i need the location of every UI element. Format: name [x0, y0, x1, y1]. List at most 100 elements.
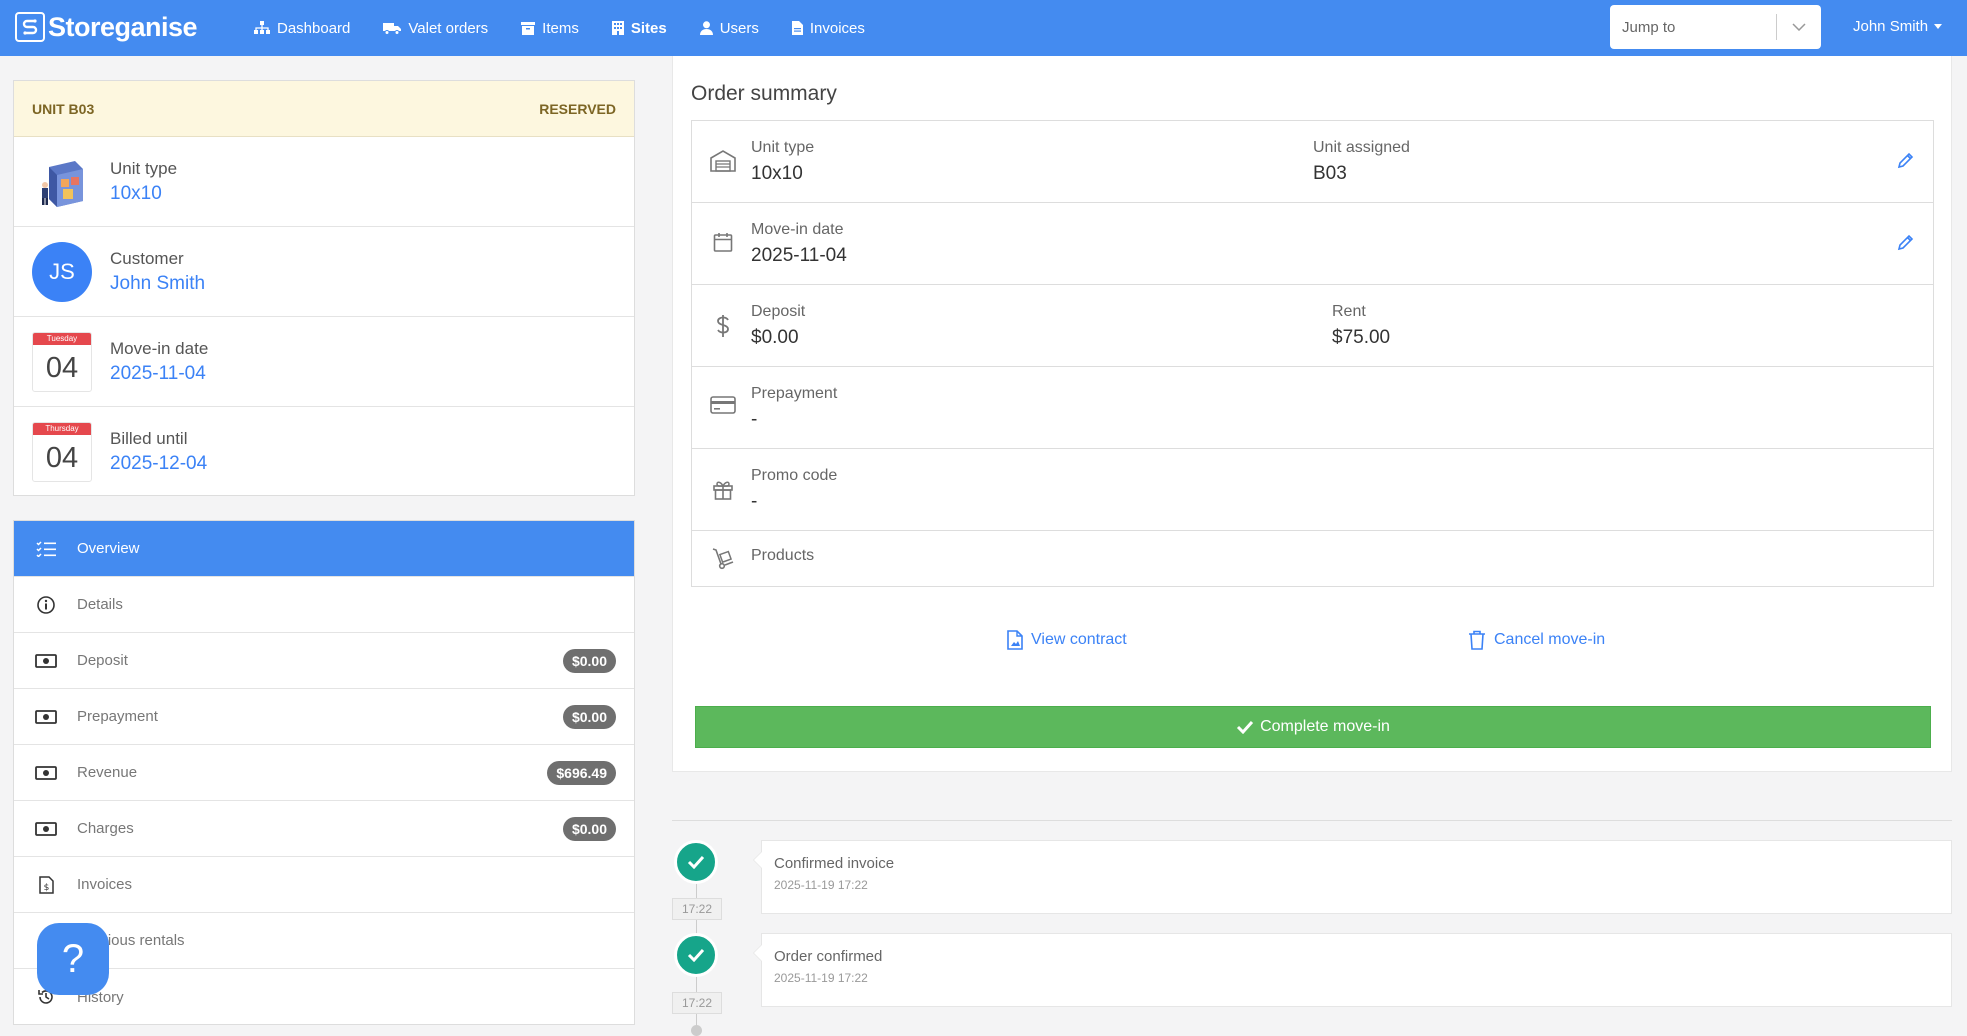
top-navbar: Storeganise Dashboard Valet orders Items… — [0, 0, 1967, 56]
menu-item-deposit[interactable]: Deposit $0.00 — [14, 633, 634, 689]
calendar-outline-icon — [710, 232, 736, 252]
sitemap-icon — [254, 21, 270, 34]
edit-movein-pencil-icon[interactable] — [1897, 233, 1915, 256]
billed-until-text: Billed until 2025-12-04 — [110, 429, 207, 475]
nav-items[interactable]: Items — [521, 0, 579, 56]
charges-badge: $0.00 — [562, 817, 616, 841]
timeline-title: Confirmed invoice — [774, 855, 895, 872]
order-unit-assigned-label: Unit assigned — [1313, 139, 1410, 156]
nav-label: Invoices — [809, 19, 865, 37]
menu-item-invoices[interactable]: $ Invoices — [14, 857, 634, 913]
nav-invoices[interactable]: Invoices — [791, 0, 865, 56]
order-promo-value: - — [751, 491, 758, 512]
user-menu[interactable]: John Smith — [1853, 0, 1943, 52]
customer-avatar-wrap: JS — [14, 241, 110, 302]
timeline-end-dot — [691, 1025, 702, 1036]
order-deposit-label: Deposit — [751, 303, 806, 320]
menu-label: Deposit — [77, 652, 128, 669]
file-icon — [791, 21, 803, 35]
view-contract-link[interactable]: View contract — [1007, 630, 1127, 650]
user-name: John Smith — [1853, 17, 1929, 35]
deposit-badge: $0.00 — [562, 649, 616, 673]
edit-unit-pencil-icon[interactable] — [1897, 151, 1915, 174]
jump-to-select[interactable]: Jump to — [1610, 5, 1821, 49]
order-rent-value: $75.00 — [1332, 327, 1391, 348]
timeline-item: Confirmed invoice 2025-11-19 17:22 — [753, 840, 1952, 914]
order-row-unit: Unit type 10x10 Unit assigned B03 — [692, 121, 1933, 203]
order-unit-type-label: Unit type — [751, 139, 815, 156]
order-row-deposit-rent: Deposit $0.00 Rent $75.00 — [692, 285, 1933, 367]
nav-users[interactable]: Users — [699, 0, 759, 56]
unit-assigned-cell: Unit assigned B03 — [1313, 139, 1410, 185]
calendar-day: 04 — [45, 442, 79, 474]
money-bill-icon — [34, 653, 58, 668]
movein-text: Move-in date 2025-11-04 — [110, 339, 208, 385]
order-row-movein: Move-in date 2025-11-04 — [692, 203, 1933, 285]
storage-unit-icon — [42, 160, 83, 207]
nav-label: Users — [719, 19, 759, 37]
calendar-weekday: Tuesday — [33, 332, 91, 345]
file-image-icon — [1007, 630, 1023, 650]
billed-until-link[interactable]: 2025-12-04 — [110, 453, 207, 475]
complete-movein-button[interactable]: Complete move-in — [695, 706, 1931, 748]
prepayment-cell: Prepayment - — [751, 385, 837, 431]
movein-row: Tuesday 04 Move-in date 2025-11-04 — [14, 317, 634, 407]
nav-valet-orders[interactable]: Valet orders — [383, 0, 488, 56]
movein-link[interactable]: 2025-11-04 — [110, 363, 208, 385]
menu-label: Revenue — [77, 764, 138, 781]
info-circle-icon — [34, 595, 58, 614]
help-button[interactable]: ? — [37, 923, 109, 995]
movein-cell: Move-in date 2025-11-04 — [751, 221, 847, 267]
promo-cell: Promo code - — [751, 467, 837, 513]
menu-item-revenue[interactable]: Revenue $696.49 — [14, 745, 634, 801]
menu-item-details[interactable]: Details — [14, 577, 634, 633]
timeline-time: 17:22 — [672, 992, 722, 1014]
revenue-badge: $696.49 — [547, 761, 616, 785]
order-row-prepayment: Prepayment - — [692, 367, 1933, 449]
svg-text:$: $ — [43, 883, 49, 893]
timeline-divider — [672, 820, 1952, 821]
jump-to-placeholder: Jump to — [1622, 18, 1676, 36]
calendar-icon: Thursday 04 — [32, 422, 92, 482]
cancel-movein-link[interactable]: Cancel move-in — [1468, 630, 1605, 650]
prepayment-badge: $0.00 — [562, 705, 616, 729]
order-row-products: Products — [692, 531, 1933, 586]
menu-item-prepayment[interactable]: Prepayment $0.00 — [14, 689, 634, 745]
unit-type-text: Unit type 10x10 — [110, 159, 177, 205]
customer-link[interactable]: John Smith — [110, 273, 205, 295]
unit-type-link[interactable]: 10x10 — [110, 183, 177, 205]
order-row-promo: Promo code - — [692, 449, 1933, 531]
chevron-down-icon[interactable] — [1777, 23, 1821, 31]
timeline-check-icon — [674, 840, 718, 884]
gift-icon — [710, 478, 736, 500]
brand-name: Storeganise — [48, 11, 198, 42]
nav-sites[interactable]: Sites — [611, 0, 667, 56]
nav-dashboard[interactable]: Dashboard — [254, 0, 350, 56]
truck-icon — [383, 23, 402, 35]
movein-label: Move-in date — [110, 338, 209, 358]
user-icon — [699, 21, 713, 35]
unit-type-label: Unit type — [110, 158, 178, 178]
menu-label: Details — [77, 596, 123, 613]
menu-label: Charges — [77, 820, 134, 837]
rent-cell: Rent $75.00 — [1332, 303, 1390, 349]
main-nav: Dashboard Valet orders Items Sites Users… — [254, 0, 898, 56]
menu-label: Prepayment — [77, 708, 158, 725]
calendar-icon: Tuesday 04 — [32, 331, 92, 392]
billed-until-label: Billed until — [110, 429, 188, 448]
billed-until-row: Thursday 04 Billed until 2025-12-04 — [14, 407, 634, 497]
cancel-movein-label: Cancel move-in — [1494, 631, 1606, 648]
storeganise-logo-icon — [15, 12, 45, 42]
menu-item-charges[interactable]: Charges $0.00 — [14, 801, 634, 857]
complete-movein-label: Complete move-in — [1260, 718, 1390, 735]
timeline-title: Order confirmed — [774, 948, 883, 965]
brand-logo[interactable]: Storeganise — [15, 10, 198, 44]
warehouse-icon — [710, 150, 736, 172]
status-badge: RESERVED — [539, 100, 616, 117]
order-rent-label: Rent — [1332, 303, 1366, 320]
customer-text: Customer John Smith — [110, 249, 205, 295]
timeline-datetime: 2025-11-19 17:22 — [774, 971, 868, 985]
menu-item-overview[interactable]: Overview — [14, 521, 634, 577]
timeline-item: Order confirmed 2025-11-19 17:22 — [753, 933, 1952, 1007]
deposit-cell: Deposit $0.00 — [751, 303, 805, 349]
